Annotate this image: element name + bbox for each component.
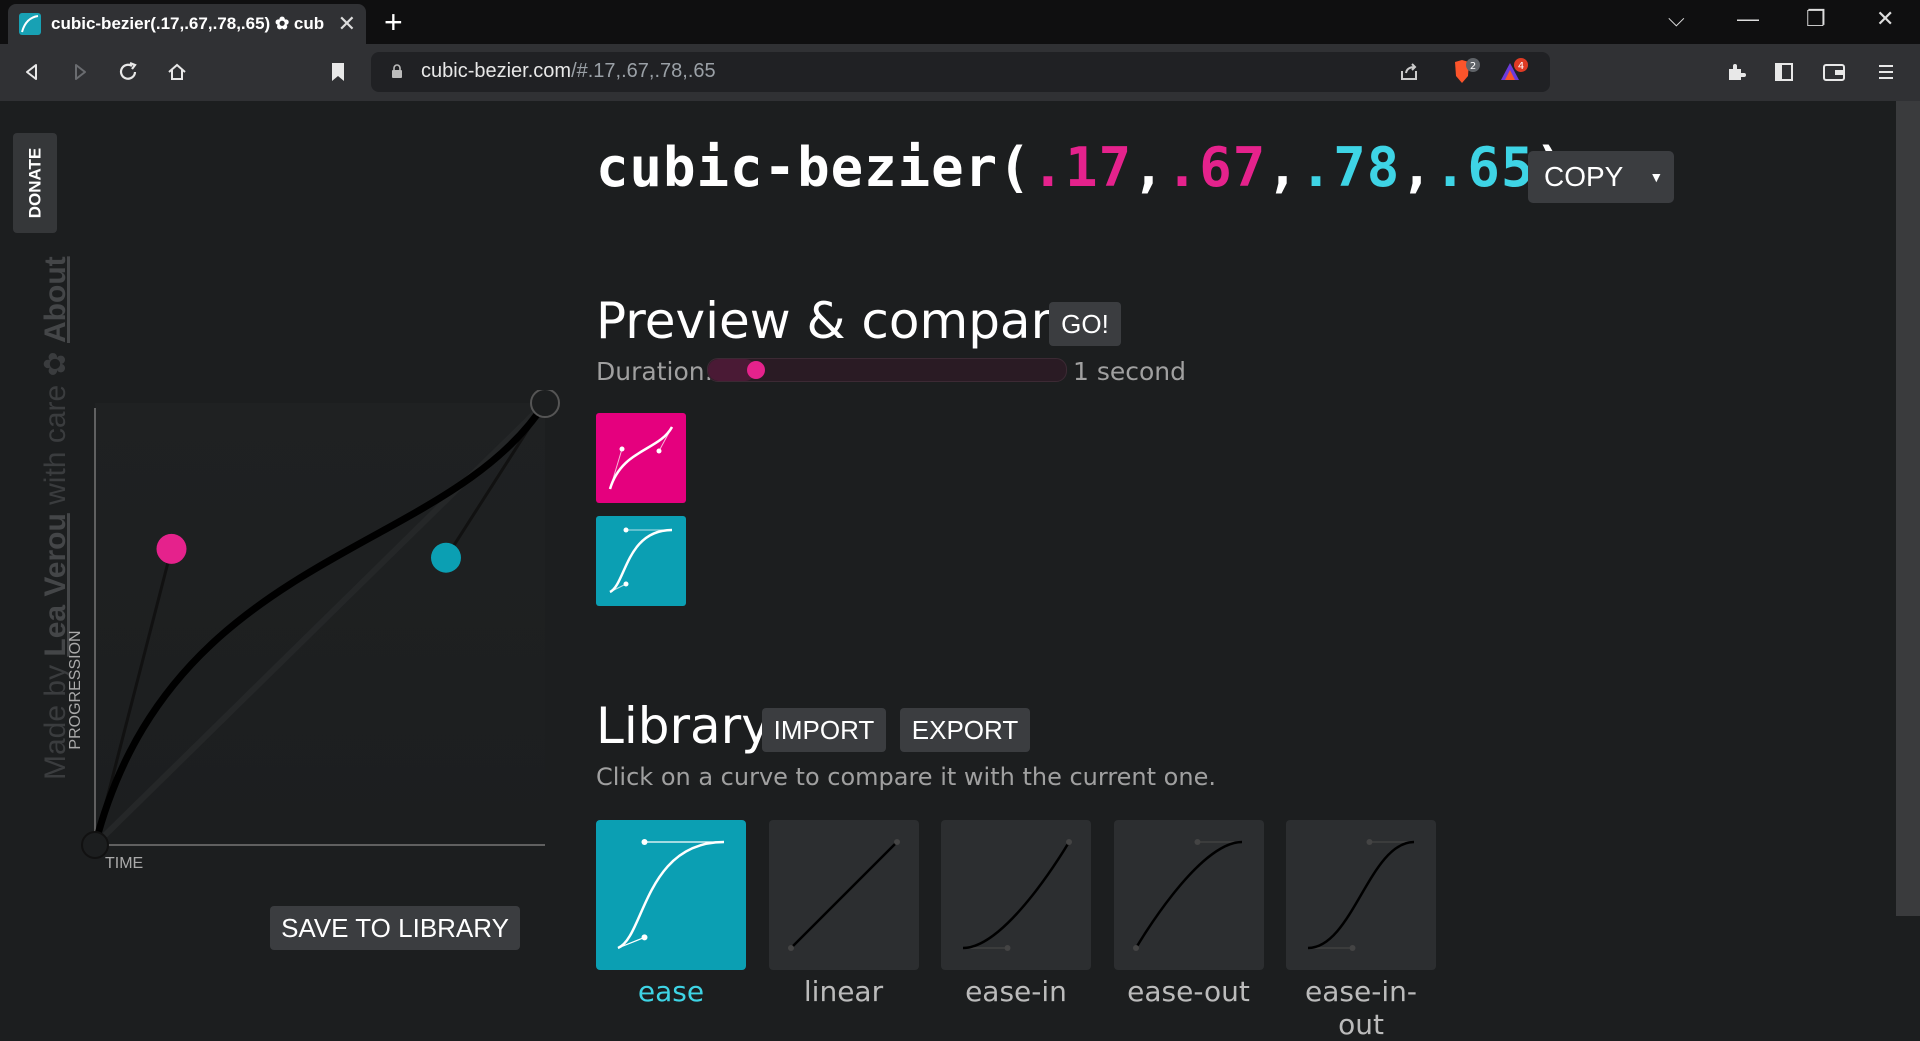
library-heading: Library (596, 697, 771, 755)
share-icon[interactable] (1391, 54, 1427, 90)
page-title: cubic-bezier(.17,.67,.78,.65) (596, 136, 1567, 199)
brave-shields-icon[interactable]: 2 (1448, 54, 1484, 90)
p2-handle[interactable] (431, 542, 461, 573)
svg-text:4: 4 (1518, 61, 1524, 72)
library-item-label: linear (803, 975, 884, 1008)
reload-icon[interactable] (110, 54, 146, 90)
export-button[interactable]: EXPORT (900, 708, 1030, 752)
favicon-icon (19, 13, 41, 35)
p1-handle[interactable] (156, 533, 187, 564)
library-item-label: ease-in-out (1305, 975, 1417, 1041)
donate-button[interactable]: DONATE (13, 133, 57, 233)
copy-button[interactable]: COPY ▼ (1528, 151, 1674, 203)
library-curve-icon (617, 839, 725, 950)
preview-box-current[interactable] (596, 413, 686, 503)
library-curve-icon (787, 839, 900, 951)
close-tab-icon[interactable]: ✕ (338, 12, 356, 37)
bezier-editor[interactable]: PROGRESSION TIME (60, 390, 560, 910)
library-curve-icon (1132, 839, 1242, 951)
end-point (530, 390, 560, 418)
svg-text:2: 2 (1470, 61, 1476, 72)
new-tab-button[interactable]: + (384, 4, 403, 41)
wallet-icon[interactable] (1816, 54, 1852, 90)
library-item-ease-in-out[interactable] (1286, 820, 1436, 970)
home-icon[interactable] (159, 54, 195, 90)
library-description: Click on a curve to compare it with the … (596, 763, 1216, 791)
duration-slider-knob[interactable] (746, 361, 765, 379)
about-link[interactable]: About (39, 256, 72, 343)
library-item-ease[interactable] (596, 820, 746, 970)
extensions-icon[interactable] (1718, 54, 1754, 90)
brave-rewards-icon[interactable]: 4 (1496, 54, 1532, 90)
dropdown-caret-icon: ▼ (1649, 169, 1664, 185)
y-axis-label: PROGRESSION (67, 630, 84, 749)
library-item-label: ease (637, 975, 705, 1008)
url-text[interactable]: cubic-bezier.com/#.17,.67,.78,.65 (421, 60, 716, 83)
library-item-label: ease-in (965, 975, 1067, 1008)
minimize-icon[interactable]: — (1737, 6, 1759, 32)
window-close-icon[interactable]: ✕ (1876, 6, 1894, 32)
bookmark-icon[interactable] (320, 54, 356, 90)
tab-strip: cubic-bezier(.17,.67,.78,.65) ✿ cub ✕ + … (0, 0, 1920, 44)
duration-value: 1 second (1073, 357, 1187, 386)
library-item-ease-out[interactable] (1113, 820, 1264, 970)
preview-heading: Preview & compare (596, 292, 1081, 350)
scrollbar-track[interactable] (1896, 916, 1920, 1010)
x-axis-label: TIME (105, 855, 143, 872)
duration-slider[interactable] (707, 358, 1067, 382)
browser-toolbar: cubic-bezier.com/#.17,.67,.78,.65 2 4 (0, 44, 1920, 101)
tab-search-icon[interactable]: ⌵ (1668, 6, 1685, 32)
browser-tab[interactable]: cubic-bezier(.17,.67,.78,.65) ✿ cub ✕ (8, 4, 366, 44)
forward-icon[interactable] (62, 54, 98, 90)
lock-icon (392, 64, 402, 78)
sidebar-toggle-icon[interactable] (1766, 54, 1802, 90)
menu-icon[interactable] (1868, 54, 1904, 90)
preview-box-compare[interactable] (596, 516, 686, 606)
library-curve-icon (1307, 839, 1415, 951)
scrollbar-thumb[interactable] (1896, 101, 1920, 916)
duration-label: Duration: (596, 357, 714, 386)
tab-title: cubic-bezier(.17,.67,.78,.65) ✿ cub (51, 14, 325, 33)
library-item-label: ease-out (1127, 975, 1250, 1008)
address-bar[interactable]: cubic-bezier.com/#.17,.67,.78,.65 2 4 (371, 52, 1550, 92)
library-curve-icon (962, 839, 1072, 951)
import-button[interactable]: IMPORT (762, 708, 886, 752)
restore-icon[interactable]: ❐ (1806, 6, 1826, 32)
back-icon[interactable] (14, 54, 50, 90)
go-button[interactable]: GO! (1049, 302, 1121, 346)
save-to-library-button[interactable]: SAVE TO LIBRARY (270, 906, 520, 950)
library-item-linear[interactable] (768, 820, 919, 970)
library-item-ease-in[interactable] (941, 820, 1091, 970)
